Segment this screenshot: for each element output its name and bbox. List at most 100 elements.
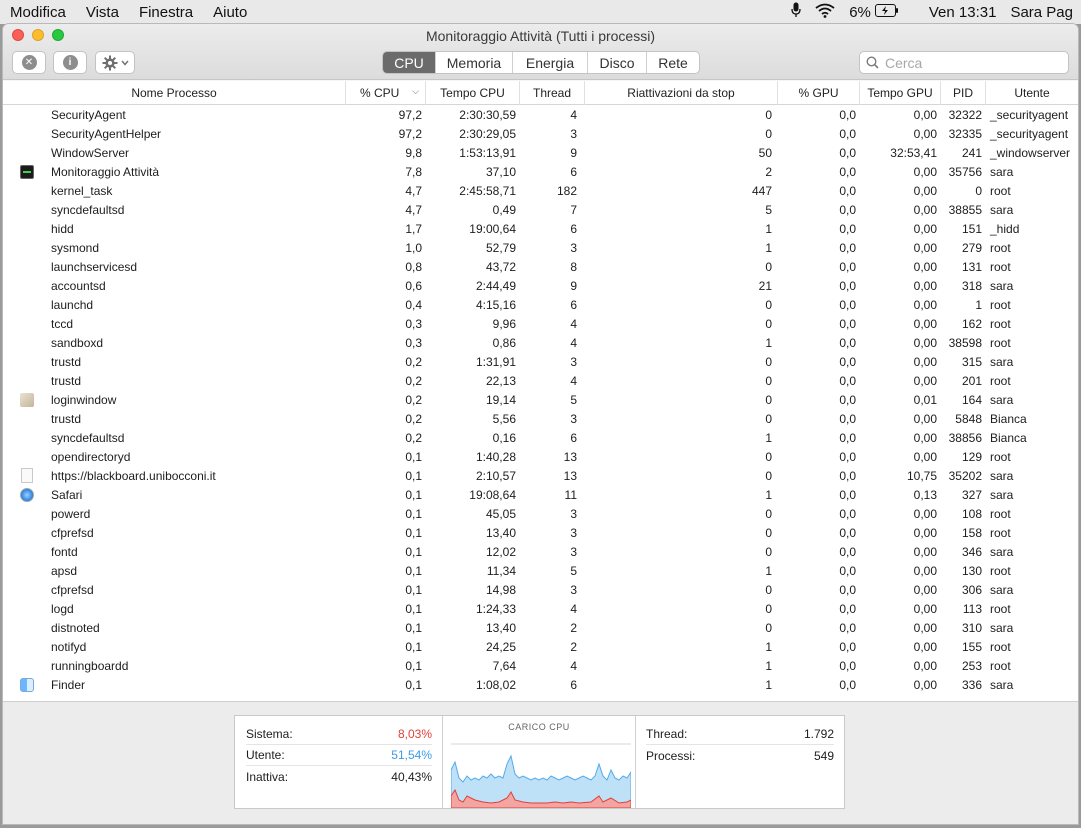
table-header: Nome Processo % CPU ⌵ Tempo CPU Thread R… [3, 80, 1078, 105]
table-row[interactable]: WindowServer 9,8 1:53:13,91 9 50 0,0 32:53,41 2… [3, 143, 1078, 162]
cell-gpu-time: 0,00 [913, 126, 937, 141]
cell-gpu-time: 0,00 [913, 373, 937, 388]
search-input[interactable] [885, 54, 1065, 71]
cell-cpu-time: 2:30:29,05 [459, 126, 516, 141]
row-icon-cell [3, 561, 51, 580]
cell-pid: 0 [975, 183, 982, 198]
table-row[interactable]: sandboxd 0,3 0,86 4 1 0,0 0,00 38598 root [3, 333, 1078, 352]
cell-process-name: SecurityAgent [51, 107, 126, 122]
stat-thread-value: 1.792 [803, 727, 834, 741]
search-field[interactable] [859, 51, 1069, 74]
table-row[interactable]: powerd 0,1 45,05 3 0 0,0 0,00 108 root [3, 504, 1078, 523]
table-row[interactable]: notifyd 0,1 24,25 2 1 0,0 0,00 155 root [3, 637, 1078, 656]
menu-user[interactable]: Sara Pag [1010, 4, 1073, 21]
table-row[interactable]: apsd 0,1 11,34 5 1 0,0 0,00 130 root [3, 561, 1078, 580]
cell-pid: 201 [961, 373, 982, 388]
table-row[interactable]: SecurityAgent 97,2 2:30:30,59 4 0 0,0 0,00 3232… [3, 105, 1078, 124]
tab-energia[interactable]: Energia [512, 52, 587, 73]
table-row[interactable]: loginwindow 0,2 19,14 5 0 0,0 0,01 164 sara [3, 390, 1078, 409]
cell-gpu-time: 32:53,41 [890, 145, 937, 160]
tab-disco[interactable]: Disco [587, 52, 646, 73]
table-row[interactable]: hidd 1,7 19:00,64 6 1 0,0 0,00 151 _hidd [3, 219, 1078, 238]
cell-gpu-percent: 0,0 [839, 525, 856, 540]
cell-process-name: sandboxd [51, 335, 104, 350]
cell-idle-wakeups: 5 [765, 202, 772, 217]
table-row[interactable]: syncdefaultsd 0,2 0,16 6 1 0,0 0,00 38856 Bianca [3, 428, 1078, 447]
cell-cpu-percent: 0,4 [405, 297, 422, 312]
table-row[interactable]: runningboardd 0,1 7,64 4 1 0,0 0,00 253 root [3, 656, 1078, 675]
table-row[interactable]: cfprefsd 0,1 13,40 3 0 0,0 0,00 158 root [3, 523, 1078, 542]
col-tempo-gpu[interactable]: Tempo GPU [860, 80, 941, 105]
battery-charging-icon[interactable] [874, 3, 899, 21]
cpu-load-user-area [451, 754, 631, 808]
loginwindow-icon [20, 392, 34, 407]
cell-cpu-time: 1:24,33 [475, 601, 516, 616]
table-row[interactable]: cfprefsd 0,1 14,98 3 0 0,0 0,00 306 sara [3, 580, 1078, 599]
cell-cpu-time: 19,14 [485, 392, 516, 407]
table-row[interactable]: launchservicesd 0,8 43,72 8 0 0,0 0,00 131 root [3, 257, 1078, 276]
cell-user: root [990, 297, 1011, 312]
cell-gpu-time: 0,00 [913, 658, 937, 673]
cell-gpu-time: 0,00 [913, 164, 937, 179]
col-cpu[interactable]: % CPU ⌵ [346, 80, 426, 105]
table-row[interactable]: Monitoraggio Attività 7,8 37,10 6 2 0,0 0,00 35… [3, 162, 1078, 181]
col-thread[interactable]: Thread [520, 80, 585, 105]
col-pid[interactable]: PID [941, 80, 986, 105]
table-row[interactable]: sysmond 1,0 52,79 3 1 0,0 0,00 279 root [3, 238, 1078, 257]
col-tempo-cpu[interactable]: Tempo CPU [426, 80, 520, 105]
table-row[interactable]: tccd 0,3 9,96 4 0 0,0 0,00 162 root [3, 314, 1078, 333]
col-riattivazioni[interactable]: Riattivazioni da stop [585, 80, 778, 105]
table-row[interactable]: trustd 0,2 5,56 3 0 0,0 0,00 5848 Bianca [3, 409, 1078, 428]
row-icon-cell [3, 257, 51, 276]
cell-cpu-percent: 0,1 [405, 487, 422, 502]
wifi-icon[interactable] [815, 3, 835, 22]
table-row[interactable]: syncdefaultsd 4,7 0,49 7 5 0,0 0,00 38855 sara [3, 200, 1078, 219]
cell-gpu-percent: 0,0 [839, 316, 856, 331]
cell-user: root [990, 259, 1011, 274]
tab-rete[interactable]: Rete [646, 52, 699, 73]
tab-cpu[interactable]: CPU [383, 52, 435, 73]
cell-user: sara [990, 620, 1014, 635]
table-row[interactable]: fontd 0,1 12,02 3 0 0,0 0,00 346 sara [3, 542, 1078, 561]
table-row[interactable]: opendirectoryd 0,1 1:40,28 13 0 0,0 0,00 129 roo… [3, 447, 1078, 466]
cell-thread-count: 3 [570, 126, 577, 141]
col-gpu[interactable]: % GPU [778, 80, 860, 105]
cell-gpu-percent: 0,0 [839, 373, 856, 388]
actions-menu-button[interactable] [95, 51, 135, 74]
process-count-stats: Thread: 1.792 Processi: 549 [636, 716, 844, 808]
table-row[interactable]: Safari 0,1 19:08,64 11 1 0,0 0,13 327 sara [3, 485, 1078, 504]
table-row[interactable]: distnoted 0,1 13,40 2 0 0,0 0,00 310 sara [3, 618, 1078, 637]
table-row[interactable]: SecurityAgentHelper 97,2 2:30:29,05 3 0 0,0 0,… [3, 124, 1078, 143]
table-row[interactable]: logd 0,1 1:24,33 4 0 0,0 0,00 113 root [3, 599, 1078, 618]
table-row[interactable]: Finder 0,1 1:08,02 6 1 0,0 0,00 336 sara [3, 675, 1078, 694]
cell-pid: 336 [961, 677, 982, 692]
table-row[interactable]: launchd 0,4 4:15,16 6 0 0,0 0,00 1 root [3, 295, 1078, 314]
menu-clock[interactable]: Ven 13:31 [929, 4, 997, 21]
cell-pid: 130 [961, 563, 982, 578]
col-nome-processo[interactable]: Nome Processo [3, 80, 346, 105]
menu-finestra[interactable]: Finestra [139, 4, 193, 21]
inspect-process-button[interactable]: i [53, 51, 87, 74]
table-row[interactable]: trustd 0,2 1:31,91 3 0 0,0 0,00 315 sara [3, 352, 1078, 371]
cell-cpu-percent: 97,2 [398, 126, 422, 141]
cell-process-name: trustd [51, 354, 82, 369]
cell-cpu-percent: 0,1 [405, 620, 422, 635]
table-row[interactable]: kernel_task 4,7 2:45:58,71 182 447 0,0 0,00 0 ro… [3, 181, 1078, 200]
menu-modifica[interactable]: Modifica [10, 4, 66, 21]
cell-pid: 129 [961, 449, 982, 464]
gear-icon [102, 55, 117, 70]
cell-gpu-time: 0,00 [913, 297, 937, 312]
cell-gpu-percent: 0,0 [839, 411, 856, 426]
col-utente[interactable]: Utente [986, 81, 1078, 105]
microphone-icon[interactable] [791, 2, 801, 22]
tab-memoria[interactable]: Memoria [435, 52, 512, 73]
table-row[interactable]: trustd 0,2 22,13 4 0 0,0 0,00 201 root [3, 371, 1078, 390]
menu-aiuto[interactable]: Aiuto [213, 4, 247, 21]
table-row[interactable]: https://blackboard.unibocconi.it 0,1 2:10,… [3, 466, 1078, 485]
cell-pid: 35756 [948, 164, 982, 179]
stop-x-icon: ✕ [21, 55, 37, 70]
stop-process-button[interactable]: ✕ [12, 51, 46, 74]
cell-idle-wakeups: 0 [765, 297, 772, 312]
menu-vista[interactable]: Vista [86, 4, 119, 21]
table-row[interactable]: accountsd 0,6 2:44,49 9 21 0,0 0,00 318 sara [3, 276, 1078, 295]
